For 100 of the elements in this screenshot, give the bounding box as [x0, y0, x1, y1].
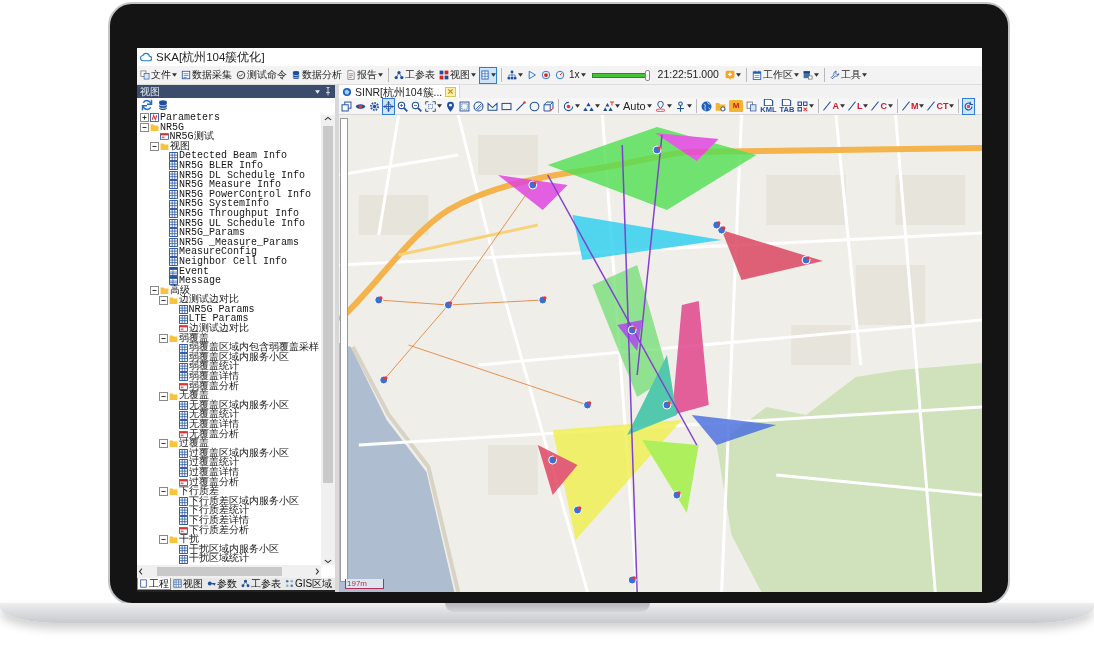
table-icon — [178, 420, 188, 430]
panel-tab[interactable]: 参数 — [205, 578, 239, 590]
tree-item[interactable]: NR5G UL Schedule Info — [179, 218, 306, 229]
tree-item[interactable]: NR5G Measure Info — [179, 180, 282, 190]
move-button[interactable] — [382, 97, 395, 115]
pen-tool-button[interactable]: C — [870, 97, 894, 115]
menu-button[interactable]: 文件 — [139, 66, 178, 84]
panel-tab[interactable]: 视图 — [171, 578, 205, 590]
move-icon — [383, 100, 394, 112]
dropdown-button[interactable]: Auto — [622, 97, 653, 115]
tree-item[interactable]: Parameters — [160, 113, 220, 123]
chevron-left-icon[interactable] — [137, 567, 145, 576]
folder-icon — [169, 487, 178, 497]
menu-button[interactable]: 报告 — [345, 66, 384, 84]
tree-item[interactable]: 干扰区域统计 — [188, 554, 249, 564]
menu-button[interactable]: 测试命令 — [235, 66, 288, 84]
zoom-ruler[interactable] — [340, 118, 348, 582]
table-icon — [178, 410, 188, 420]
wrench-icon — [829, 70, 840, 80]
slashed-circle-icon — [473, 100, 484, 112]
pen-tool-button[interactable]: M — [900, 97, 926, 115]
tree-item[interactable]: 过覆盖 — [179, 439, 209, 449]
folder-icon — [169, 535, 178, 545]
tree-item[interactable]: NR5G BLER Info — [179, 160, 263, 171]
menu-button[interactable]: 工参表 — [393, 66, 436, 84]
map-drawing[interactable] — [339, 115, 982, 592]
expand-toggle[interactable] — [159, 535, 168, 545]
plus-badge-icon — [724, 70, 735, 80]
document-icon — [346, 70, 356, 80]
table-icon — [169, 180, 178, 190]
expand-toggle[interactable] — [159, 439, 168, 449]
tree-item[interactable]: 弱覆盖分析 — [188, 381, 239, 392]
tree-item[interactable]: 边测试边对比 — [188, 324, 249, 334]
scrollbar-thumb[interactable] — [157, 567, 282, 576]
expand-toggle[interactable] — [140, 122, 149, 132]
expand-toggle[interactable] — [149, 286, 159, 295]
expand-toggle[interactable] — [140, 113, 149, 123]
pin-icon[interactable] — [324, 87, 332, 96]
tree-item[interactable]: Detected Beam Info — [179, 151, 288, 161]
tree-item[interactable]: 下行质差分析 — [188, 525, 249, 536]
pen-tool-button[interactable]: L — [846, 97, 870, 115]
database-icon[interactable] — [157, 99, 169, 111]
vertical-scrollbar[interactable] — [321, 115, 335, 565]
tree-item[interactable]: MeasureConfig — [179, 247, 257, 257]
form-icon — [178, 525, 188, 535]
table-icon — [178, 545, 188, 554]
dropdown-button[interactable]: 1x — [568, 66, 587, 84]
tree-item[interactable]: NR5G _Measure_Params — [179, 237, 300, 248]
expand-toggle[interactable] — [159, 295, 168, 305]
chevron-right-icon[interactable] — [313, 567, 321, 576]
scrollbar-thumb[interactable] — [323, 126, 333, 483]
table-icon — [178, 305, 188, 315]
tree-item[interactable]: Neighbor Cell Info — [179, 256, 288, 267]
pen-tool-button[interactable]: CT — [926, 97, 956, 115]
rectangle-icon — [501, 100, 512, 112]
menu-button[interactable]: 工作区 — [750, 66, 800, 84]
tree-item[interactable]: NR5G Params — [188, 304, 255, 315]
dots-icon — [285, 579, 294, 588]
horizontal-scrollbar[interactable] — [137, 565, 321, 578]
tree-item[interactable]: Event — [179, 266, 209, 277]
menu-button[interactable]: 数据采集 — [180, 66, 233, 84]
expand-toggle[interactable] — [159, 487, 168, 497]
table-icon — [178, 401, 188, 411]
chevron-down-icon[interactable] — [323, 557, 333, 565]
close-button[interactable] — [445, 86, 457, 97]
tree-item[interactable]: 下行质差 — [179, 487, 219, 497]
expand-toggle[interactable] — [159, 391, 168, 401]
tree-item[interactable]: NR5G SystemInfo — [179, 199, 269, 209]
tree-item[interactable]: 无覆盖 — [179, 391, 209, 401]
expand-toggle[interactable] — [149, 142, 159, 152]
table-button[interactable] — [479, 66, 497, 84]
menu-button[interactable]: 工具 — [828, 66, 868, 84]
menu-button[interactable]: 数据分析 — [290, 66, 343, 84]
table-icon — [169, 190, 178, 200]
tree-item[interactable]: NR5G测试 — [169, 132, 214, 142]
cycle-icon — [963, 100, 975, 112]
refresh-icon[interactable] — [141, 99, 153, 111]
tree-item[interactable]: NR5G_Params — [179, 228, 245, 238]
tree-item[interactable]: 干扰 — [179, 535, 199, 545]
panel-tab[interactable]: GIS区域 — [283, 578, 335, 590]
document-tab[interactable]: SINR[杭州104簇... — [339, 85, 461, 98]
folder-icon — [169, 439, 178, 449]
table-icon — [178, 458, 188, 468]
panel-tab[interactable]: 工程 — [137, 578, 171, 590]
tree-item[interactable]: 边测试边对比 — [179, 295, 239, 305]
panel-tab[interactable]: 工参表 — [239, 578, 283, 590]
table-icon — [169, 209, 178, 219]
tree-item[interactable]: NR5G Throughput Info — [179, 208, 300, 219]
tree-item[interactable]: Message — [179, 276, 221, 286]
table-icon — [480, 70, 490, 80]
antenna-icon — [674, 100, 686, 112]
expand-toggle[interactable] — [159, 333, 168, 343]
pen-tool-button[interactable]: A — [822, 97, 846, 115]
chevron-up-icon[interactable] — [323, 115, 333, 123]
tree-item[interactable]: 下行质差详情 — [188, 515, 249, 526]
menu-button[interactable]: 视图 — [438, 66, 477, 84]
tree-item[interactable]: 视图 — [169, 141, 190, 152]
caret-icon[interactable] — [315, 89, 320, 94]
tree-item[interactable]: NR5G — [160, 122, 184, 133]
slider-thumb[interactable] — [644, 69, 650, 81]
